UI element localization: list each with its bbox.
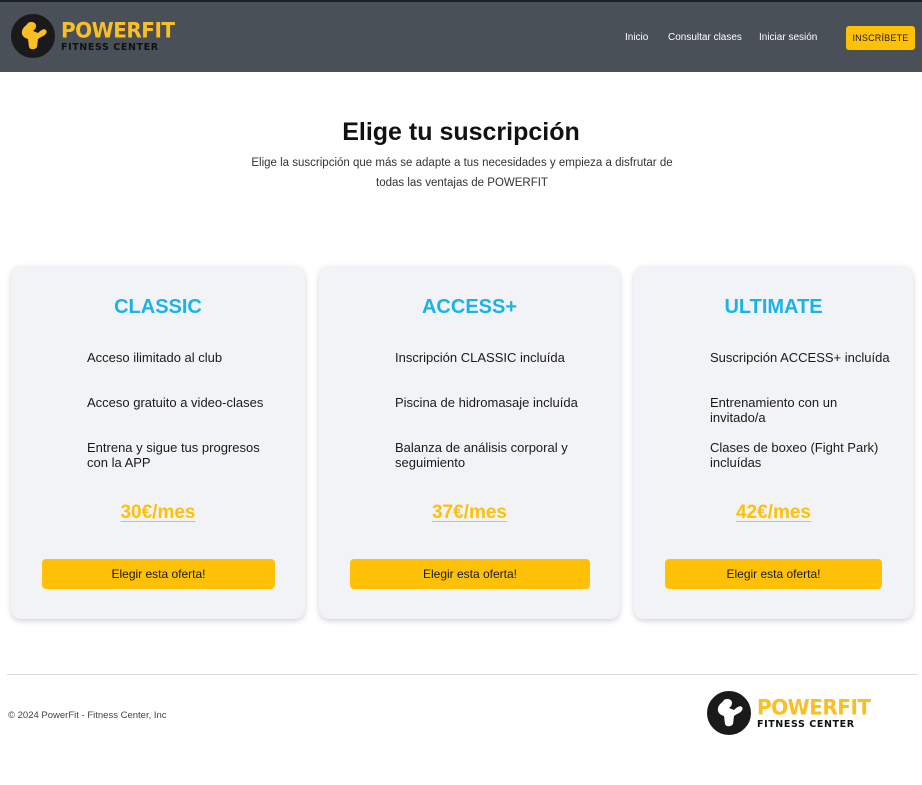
plan-feature: Balanza de análisis corporal y seguimien… (395, 440, 568, 470)
footer-divider (7, 674, 917, 675)
plan-price[interactable]: 37€/mes (319, 502, 620, 524)
plan-title: ACCESS+ (421, 296, 518, 318)
plan-price[interactable]: 42€/mes (634, 502, 913, 524)
boxer-logo-icon (707, 691, 751, 735)
plan-feature: Acceso ilimitado al club (87, 350, 223, 365)
navbar: POWERFIT FITNESS CENTER Inicio Consultar… (0, 0, 922, 72)
brand-subtitle: FITNESS CENTER (61, 41, 159, 53)
plan-title: CLASSIC (114, 296, 202, 318)
choose-plan-button[interactable]: Elegir esta oferta! (350, 559, 590, 589)
page-title: Elige tu suscripción (342, 118, 580, 146)
plan-feature: Piscina de hidromasaje incluída (395, 395, 578, 410)
nav-link-consultar-clases[interactable]: Consultar clases (668, 32, 742, 43)
plan-price[interactable]: 30€/mes (11, 502, 305, 524)
signup-button[interactable]: INSCRÍBETE (846, 26, 915, 50)
plan-feature: Entrena y sigue tus progresos con la APP (87, 440, 260, 470)
plan-feature: Inscripción CLASSIC incluída (395, 350, 565, 365)
page-subtitle: Elige la suscripción que más se adapte a… (251, 157, 673, 189)
brand-logo[interactable]: POWERFIT FITNESS CENTER (11, 14, 175, 58)
plan-feature: Clases de boxeo (Fight Park) incluídas (710, 440, 879, 470)
brand-name: POWERFIT (61, 17, 175, 43)
choose-plan-button[interactable]: Elegir esta oferta! (665, 559, 882, 589)
brand-subtitle: FITNESS CENTER (757, 718, 855, 730)
boxer-logo-icon (11, 14, 55, 58)
copyright-text: © 2024 PowerFit - Fitness Center, Inc (8, 710, 167, 721)
choose-plan-button[interactable]: Elegir esta oferta! (42, 559, 275, 589)
nav-link-inicio[interactable]: Inicio (625, 32, 648, 43)
plan-feature: Acceso gratuito a video-clases (87, 395, 264, 410)
plan-title: ULTIMATE (724, 296, 823, 318)
plan-feature: Entrenamiento con un invitado/a (710, 395, 838, 425)
plan-feature: Suscripción ACCESS+ incluída (710, 350, 890, 365)
footer-logo[interactable]: POWERFIT FITNESS CENTER (707, 691, 871, 735)
plan-card-access-plus: ACCESS+ Inscripción CLASSIC incluída Pis… (319, 266, 620, 619)
brand-name: POWERFIT (757, 694, 871, 720)
nav-link-iniciar-sesion[interactable]: Iniciar sesión (759, 32, 817, 43)
plan-card-ultimate: ULTIMATE Suscripción ACCESS+ incluída En… (634, 266, 913, 619)
plan-card-classic: CLASSIC Acceso ilimitado al club Acceso … (11, 266, 305, 619)
